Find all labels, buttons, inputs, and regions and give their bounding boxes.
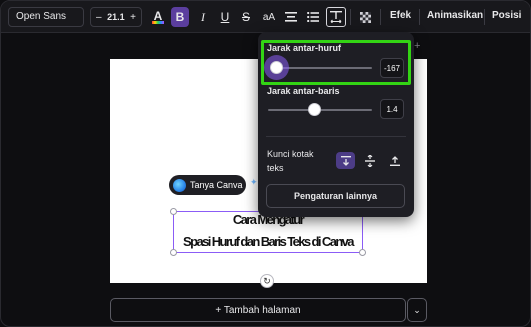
align-top-icon	[340, 155, 351, 166]
bullet-list-icon	[307, 12, 319, 22]
popover-divider	[266, 136, 406, 137]
italic-button[interactable]: I	[194, 7, 212, 27]
list-button[interactable]	[304, 7, 322, 27]
spacing-button[interactable]	[326, 7, 346, 27]
font-size-decrease-button[interactable]: –	[96, 12, 102, 23]
text-toolbar: Open Sans – 21.1 + A B I U S aA Efek Ani…	[1, 1, 530, 33]
letter-case-icon: aA	[262, 11, 276, 23]
spacing-popover: Jarak antar-huruf -167 Jarak antar-baris…	[258, 32, 414, 217]
toolbar-divider	[380, 9, 381, 25]
line-spacing-label: Jarak antar-baris	[267, 86, 340, 96]
toolbar-divider	[484, 9, 485, 25]
transparency-icon	[359, 11, 371, 23]
text-color-button[interactable]: A	[149, 7, 167, 27]
align-bottom-icon	[389, 155, 400, 166]
resize-handle[interactable]	[359, 249, 366, 256]
font-family-dropdown[interactable]: Open Sans	[8, 7, 84, 27]
resize-handle[interactable]	[170, 249, 177, 256]
align-button[interactable]	[282, 7, 300, 27]
animate-button[interactable]: Animasikan	[427, 10, 483, 21]
letter-spacing-label: Jarak antar-huruf	[267, 43, 342, 53]
toolbar-divider	[419, 9, 420, 25]
anchor-top-button[interactable]	[336, 152, 355, 169]
editor-window: Open Sans – 21.1 + A B I U S aA Efek Ani…	[0, 0, 531, 327]
text-line-subtitle[interactable]: Spasi Huruf dan Baris Teks di Canva	[174, 234, 362, 249]
rotate-handle[interactable]: ↻	[260, 274, 274, 288]
add-icon[interactable]: +	[414, 40, 420, 52]
underline-icon: U	[220, 10, 230, 24]
line-spacing-thumb[interactable]	[308, 103, 321, 116]
toolbar-divider	[350, 9, 351, 25]
font-size-stepper[interactable]: – 21.1 +	[90, 7, 142, 27]
rainbow-swatch	[152, 20, 164, 24]
selected-text-box[interactable]: Cara Mengatur Spasi Huruf dan Baris Teks…	[170, 208, 366, 256]
strikethrough-button[interactable]: S	[237, 7, 255, 27]
rotate-icon: ↻	[263, 275, 271, 286]
position-button[interactable]: Posisi	[492, 10, 521, 21]
ask-canva-label: Tanya Canva	[190, 180, 243, 190]
ask-canva-button[interactable]: Tanya Canva	[169, 175, 246, 195]
anchor-middle-button[interactable]	[360, 152, 379, 169]
sparkle-icon: ✦	[250, 177, 258, 187]
text-color-icon: A	[153, 8, 163, 23]
text-spacing-icon	[330, 11, 342, 23]
letter-spacing-thumb[interactable]	[270, 61, 283, 74]
add-page-button[interactable]: + Tambah halaman	[110, 298, 406, 322]
lock-textbox-label: Kunci kotak teks	[267, 149, 314, 173]
bold-icon: B	[175, 10, 185, 24]
transparency-button[interactable]	[356, 7, 374, 27]
letter-case-button[interactable]: aA	[259, 7, 279, 27]
align-center-icon	[285, 12, 297, 22]
align-middle-icon	[364, 154, 375, 167]
chevron-down-icon: ⌄	[413, 304, 421, 315]
canva-assistant-icon	[173, 178, 186, 192]
strikethrough-icon: S	[241, 10, 250, 24]
more-settings-button[interactable]: Pengaturan lainnya	[266, 184, 405, 208]
add-page-options-button[interactable]: ⌄	[407, 298, 427, 322]
anchor-bottom-button[interactable]	[385, 152, 404, 169]
effects-button[interactable]: Efek	[390, 10, 411, 21]
font-size-value[interactable]: 21.1	[107, 12, 125, 22]
line-spacing-input[interactable]: 1.4	[380, 99, 404, 119]
resize-handle[interactable]	[170, 208, 177, 215]
font-size-increase-button[interactable]: +	[130, 12, 136, 23]
bold-button[interactable]: B	[171, 7, 189, 27]
italic-icon: I	[201, 9, 205, 24]
letter-spacing-input[interactable]: -167	[380, 58, 404, 78]
underline-button[interactable]: U	[216, 7, 234, 27]
